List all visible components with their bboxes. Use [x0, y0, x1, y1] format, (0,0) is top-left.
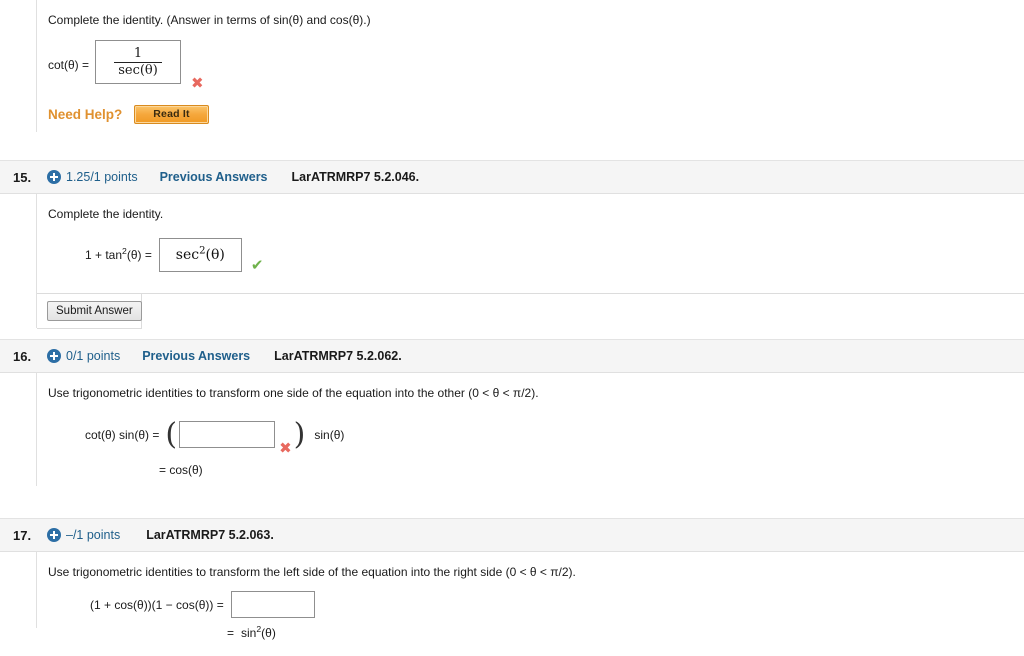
equation-row: 1 + tan2(θ) = sec2(θ) ✔ [37, 236, 1024, 273]
equation-row: cot(θ) sin(θ) = ( ✖ ) sin(θ) [37, 413, 1024, 456]
second-line-expression: sin2(θ) [241, 625, 276, 641]
plus-circle-icon[interactable] [47, 349, 61, 364]
question-header-q15: 15. 1.25/1 points Previous Answers LarAT… [0, 160, 1024, 194]
submit-row: Submit Answer [37, 293, 1024, 330]
question-reference: LarATRMRP7 5.2.062. [274, 349, 402, 364]
fraction: 1 sec(θ) [114, 47, 162, 77]
points-label: 0/1 points [66, 349, 121, 364]
equation-lhs: cot(θ) = [48, 58, 90, 73]
plus-circle-icon[interactable] [47, 528, 61, 543]
answer-base: sec [175, 246, 200, 263]
section-gap [0, 486, 1024, 519]
answer-box-q15[interactable]: sec2(θ) [158, 237, 242, 272]
incorrect-mark-icon: ✖ [279, 439, 292, 458]
previous-answers-link[interactable]: Previous Answers [160, 170, 268, 184]
question-number: 17. [13, 527, 32, 543]
equation-second-line: = sin2(θ) [37, 625, 1024, 641]
question-prompt: Use trigonometric identities to transfor… [48, 386, 539, 401]
equation-row: (1 + cos(θ))(1 − cos(θ)) = [37, 591, 1024, 619]
question-reference: LarATRMRP7 5.2.046. [291, 170, 420, 184]
section-gap [0, 132, 1024, 160]
question-number: 16. [13, 348, 32, 364]
answer-box-q16[interactable] [179, 421, 276, 449]
need-help-label: Need Help? [48, 107, 123, 123]
submit-answer-button[interactable]: Submit Answer [47, 301, 142, 322]
equation-lhs: (1 + cos(θ))(1 − cos(θ)) = [90, 597, 224, 612]
lhs-pre: 1 + tan [85, 247, 123, 262]
need-help-row: Need Help? Read It [37, 105, 1024, 125]
plus-circle-icon[interactable] [47, 170, 61, 184]
second-line-text: = cos(θ) [159, 463, 203, 478]
fraction-numerator: 1 [133, 46, 143, 62]
submit-cell: Submit Answer [37, 293, 142, 330]
read-it-button[interactable]: Read It [134, 105, 209, 125]
question-body-q15: Complete the identity. 1 + tan2(θ) = sec… [36, 194, 1024, 330]
paren-close: ) [293, 416, 306, 452]
second-line-equals: = [227, 626, 235, 641]
answer-argument: (θ) [205, 246, 225, 263]
question-header-q17: 17. –/1 points LarATRMRP7 5.2.063. [0, 518, 1024, 553]
lhs-post: (θ) = [126, 247, 152, 262]
question-number: 15. [13, 169, 32, 185]
answer-expression: sec2(θ) [175, 245, 225, 263]
question-body-q16: Use trigonometric identities to transfor… [36, 373, 1024, 487]
equation-second-line: = cos(θ) [37, 463, 1024, 477]
equation-row: cot(θ) = 1 sec(θ) ✖ [37, 40, 1024, 91]
incorrect-mark-icon: ✖ [191, 74, 204, 93]
equation-lhs: 1 + tan2(θ) = [85, 246, 152, 262]
question-prompt: Complete the identity. (Answer in terms … [48, 13, 371, 27]
assignment-page: Complete the identity. (Answer in terms … [0, 0, 1024, 656]
question-reference: LarATRMRP7 5.2.063. [146, 528, 274, 543]
previous-answers-link[interactable]: Previous Answers [142, 349, 250, 363]
paren-open: ( [165, 416, 178, 452]
points-label: 1.25/1 points [66, 170, 138, 184]
fraction-denominator: sec(θ) [118, 62, 158, 78]
answer-box-q17[interactable] [230, 591, 315, 619]
question-prompt: Complete the identity. [48, 207, 164, 221]
question-body-q14: Complete the identity. (Answer in terms … [36, 0, 1024, 132]
equation-lhs: cot(θ) sin(θ) = [85, 427, 160, 442]
answer-box-q14[interactable]: 1 sec(θ) [95, 40, 182, 85]
points-label: –/1 points [66, 528, 121, 543]
question-header-q16: 16. 0/1 points Previous Answers LarATRMR… [0, 339, 1024, 374]
section-gap [0, 328, 1024, 340]
second-line-argument: (θ) [261, 626, 276, 641]
question-prompt: Use trigonometric identities to transfor… [48, 565, 576, 580]
equation-trailing: sin(θ) [314, 427, 345, 442]
correct-mark-icon: ✔ [250, 256, 264, 275]
second-line-base: sin [241, 626, 257, 641]
question-body-q17: Use trigonometric identities to transfor… [36, 552, 1024, 640]
